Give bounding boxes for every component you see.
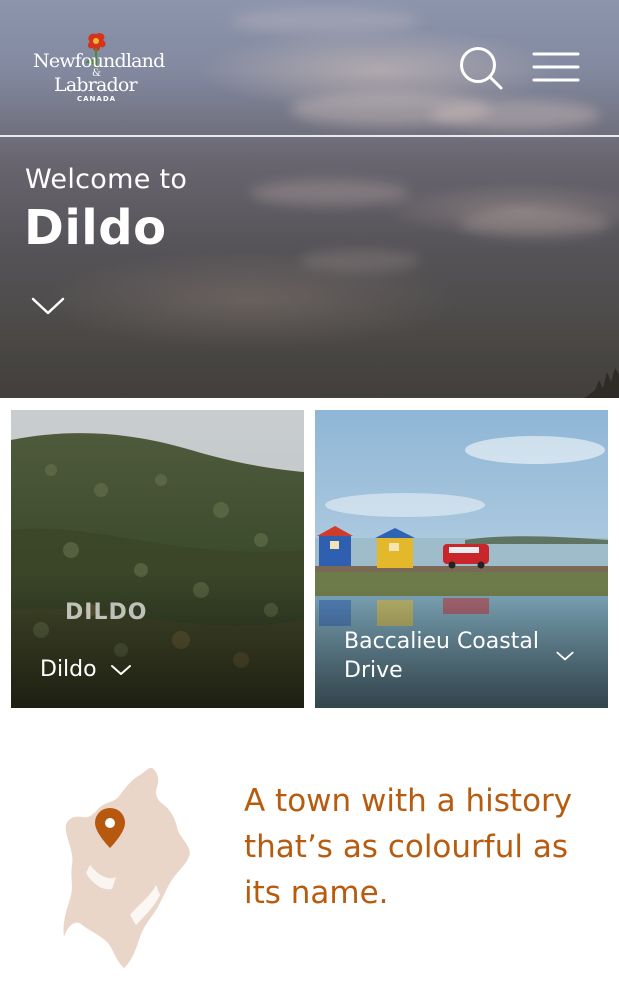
card-label: Dildo (40, 657, 97, 682)
intro-heading: A town with a history that’s as colourfu… (244, 783, 573, 911)
card-baccalieu-coastal-drive[interactable]: Baccalieu Coastal Drive (315, 410, 608, 708)
hero-scroll-button[interactable] (30, 294, 66, 318)
tree-silhouette (585, 368, 619, 398)
dildo-hill-sign: DILDO (65, 600, 148, 625)
menu-button[interactable] (532, 50, 580, 86)
search-button[interactable] (458, 45, 504, 91)
search-icon (460, 47, 503, 90)
hero-banner: Newfoundland & Labrador CANADA Welcome t… (0, 0, 619, 398)
chevron-down-icon (31, 297, 65, 315)
hamburger-menu-icon (532, 52, 580, 82)
logo-line2: Labrador (54, 74, 138, 96)
newfoundland-labrador-logo[interactable]: Newfoundland & Labrador CANADA (30, 28, 165, 108)
card-label: Baccalieu Coastal Drive (344, 629, 539, 683)
map-graphic (63, 767, 190, 968)
chevron-down-icon (556, 651, 574, 661)
card-dildo[interactable]: DILDO Dildo (11, 410, 304, 708)
newfoundland-map-illustration (60, 765, 195, 970)
map-shape (63, 767, 190, 968)
page-title: Dildo (24, 200, 167, 256)
site-header: Newfoundland & Labrador CANADA (0, 0, 619, 137)
chevron-down-icon (111, 665, 131, 675)
logo-country: CANADA (77, 95, 117, 103)
hero-welcome-text: Welcome to (25, 164, 188, 195)
